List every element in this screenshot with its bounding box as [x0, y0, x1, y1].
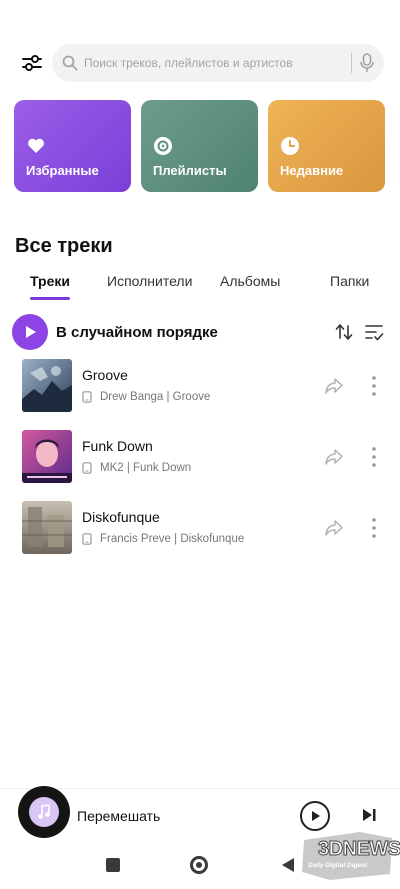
search-icon [62, 55, 78, 71]
album-art [22, 359, 72, 412]
tab-artists[interactable]: Исполнители [107, 273, 192, 289]
track-title: Groove [82, 367, 128, 383]
track-artist-album: Drew Banga | Groove [100, 391, 211, 403]
active-tab-indicator [30, 297, 70, 300]
track-row[interactable]: Diskofunque Francis Preve | Diskofunque [0, 501, 400, 557]
favorites-card-label: Избранные [26, 163, 99, 178]
share-icon[interactable] [324, 376, 344, 396]
home-nav-icon[interactable] [190, 856, 208, 874]
playlists-card-label: Плейлисты [153, 163, 227, 178]
watermark-title: 3DNEWS [318, 838, 400, 861]
tab-folders[interactable]: Папки [330, 273, 369, 289]
album-art [22, 430, 72, 483]
tab-albums[interactable]: Альбомы [220, 273, 280, 289]
sliders-icon [22, 55, 42, 71]
track-title: Funk Down [82, 438, 153, 454]
microphone-icon[interactable] [360, 53, 374, 73]
share-icon[interactable] [324, 447, 344, 467]
disc-center [29, 797, 59, 827]
clock-icon [281, 137, 299, 155]
track-row[interactable]: Funk Down MK2 | Funk Down [0, 430, 400, 486]
now-playing-disc[interactable] [18, 786, 70, 838]
favorites-card[interactable]: Избранные [14, 100, 131, 192]
top-bar [16, 44, 384, 82]
phone-storage-icon [82, 462, 92, 474]
section-title: Все треки [15, 235, 113, 257]
recents-nav-icon[interactable] [106, 858, 120, 872]
track-subtitle: MK2 | Funk Down [82, 462, 191, 474]
recent-card-label: Недавние [280, 163, 344, 178]
track-title: Diskofunque [82, 509, 160, 525]
play-icon [26, 326, 36, 338]
search-input[interactable] [84, 56, 343, 70]
more-vertical-icon[interactable] [370, 446, 378, 468]
search-divider [351, 53, 352, 73]
filter-settings-button[interactable] [16, 47, 48, 79]
tab-tracks[interactable]: Треки [30, 273, 70, 289]
recent-card[interactable]: Недавние [268, 100, 385, 192]
multi-select-icon[interactable] [364, 322, 384, 342]
play-icon [312, 811, 320, 821]
back-nav-icon[interactable] [281, 857, 295, 873]
track-artist-album: Francis Preve | Diskofunque [100, 533, 245, 545]
track-subtitle: Drew Banga | Groove [82, 391, 210, 403]
phone-storage-icon [82, 391, 92, 403]
shuffle-label[interactable]: В случайном порядке [56, 324, 218, 341]
more-vertical-icon[interactable] [370, 375, 378, 397]
track-row[interactable]: Groove Drew Banga | Groove [0, 359, 400, 415]
music-note-icon [38, 804, 50, 819]
heart-icon [28, 138, 44, 153]
quick-access-cards: Избранные Плейлисты Недавние [14, 100, 385, 192]
search-bar[interactable] [52, 44, 384, 82]
track-artist-album: MK2 | Funk Down [100, 462, 192, 474]
mini-player-label: Перемешать [77, 808, 161, 824]
album-art [22, 501, 72, 554]
tab-bar: Треки Исполнители Альбомы Папки [0, 268, 400, 304]
share-icon[interactable] [324, 518, 344, 538]
track-subtitle: Francis Preve | Diskofunque [82, 533, 244, 545]
playlist-disc-icon [154, 137, 172, 155]
mini-play-button[interactable] [300, 801, 330, 831]
skip-next-icon[interactable] [361, 807, 377, 823]
playlists-card[interactable]: Плейлисты [141, 100, 258, 192]
watermark-subtitle: Daily Digital Digest [308, 862, 367, 869]
shuffle-row: В случайном порядке [12, 313, 384, 351]
shuffle-play-button[interactable] [12, 314, 48, 350]
more-vertical-icon[interactable] [370, 517, 378, 539]
sort-icon[interactable] [334, 322, 354, 342]
phone-storage-icon [82, 533, 92, 545]
